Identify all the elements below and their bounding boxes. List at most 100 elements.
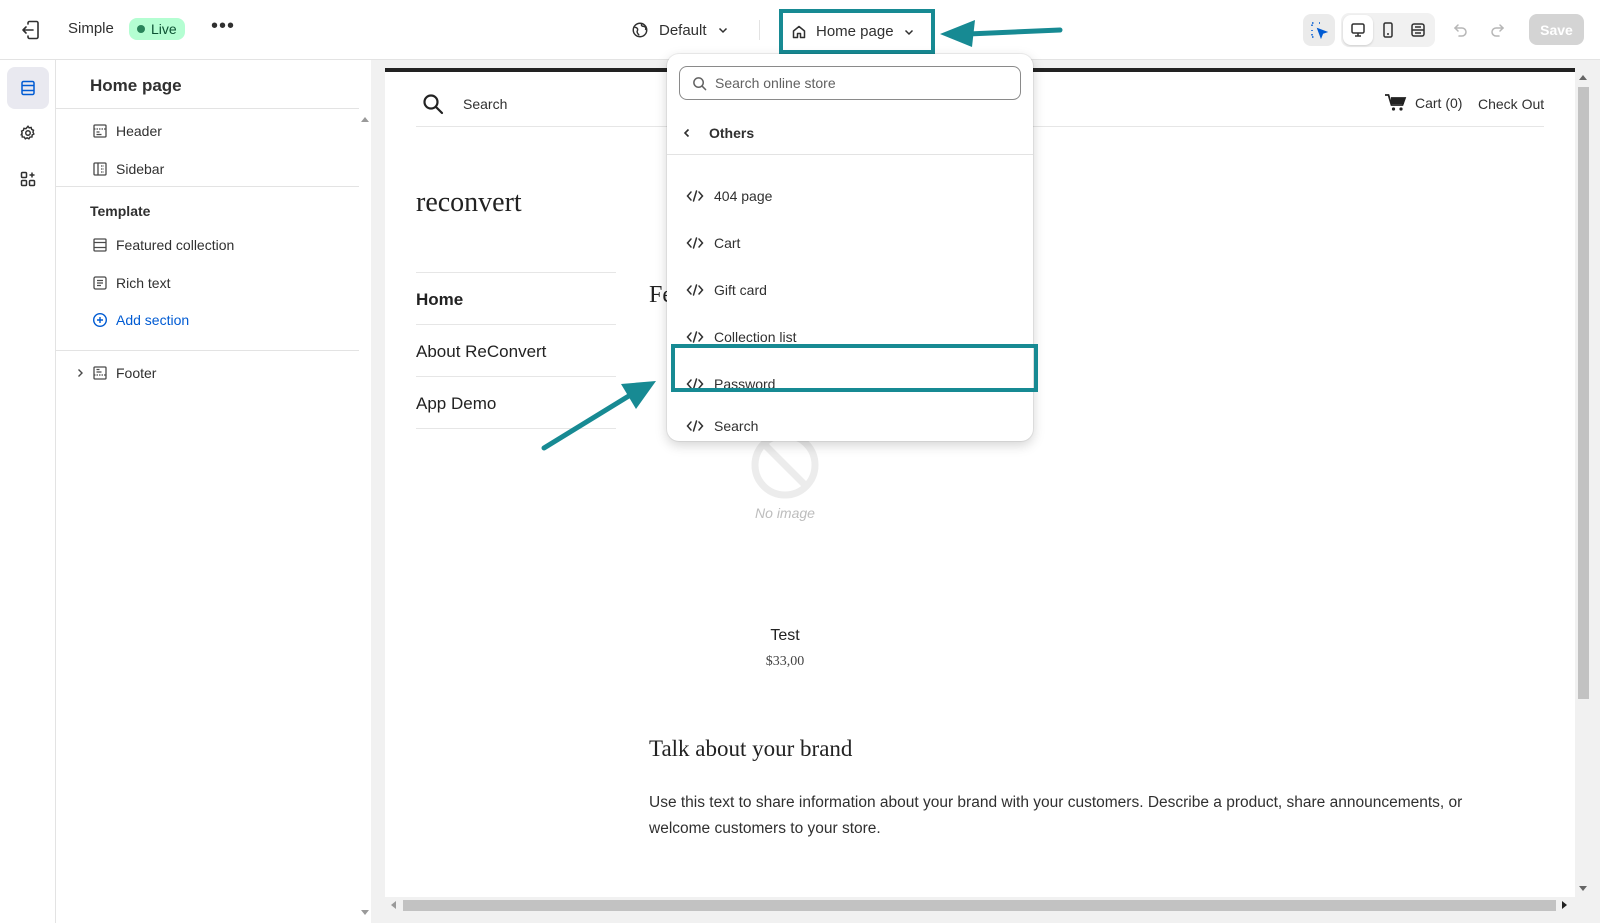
inspector-button[interactable]: [1303, 14, 1335, 46]
section-footer[interactable]: Footer: [92, 362, 156, 384]
cart-icon: [1385, 94, 1407, 111]
search-icon[interactable]: [422, 93, 444, 115]
divider: [56, 350, 359, 351]
nav-link-app-demo[interactable]: App Demo: [416, 394, 496, 414]
theme-settings-nav-button[interactable]: [7, 112, 49, 154]
live-badge: Live: [129, 18, 185, 40]
cursor-select-icon: [1311, 22, 1329, 40]
desktop-view-button[interactable]: [1343, 15, 1373, 45]
preview-vertical-scrollbar[interactable]: [1575, 68, 1591, 896]
page-title: Home page: [90, 76, 182, 95]
page-option-search[interactable]: Search: [667, 411, 1033, 441]
preview-horizontal-scrollbar[interactable]: [385, 897, 1575, 913]
toolbar: [1303, 13, 1513, 47]
left-rail: [0, 60, 56, 923]
section-sidebar-label: Sidebar: [116, 161, 165, 177]
scroll-thumb[interactable]: [1578, 87, 1589, 699]
cart-label: Cart (0): [1415, 95, 1463, 111]
desktop-icon: [1351, 23, 1365, 37]
fullwidth-icon: [1411, 23, 1425, 37]
mobile-view-button[interactable]: [1373, 15, 1403, 45]
page-option-label: 404 page: [714, 188, 773, 204]
store-logo[interactable]: reconvert: [416, 187, 522, 219]
nav-link-home[interactable]: Home: [416, 290, 463, 310]
viewport-switcher: [1341, 13, 1435, 47]
add-section-button[interactable]: Add section: [92, 309, 189, 331]
add-section-label: Add section: [116, 312, 190, 328]
page-option-label: Collection list: [714, 329, 797, 345]
scroll-up-icon[interactable]: [1579, 74, 1587, 80]
section-featured-collection-label: Featured collection: [116, 237, 235, 253]
gear-icon: [20, 125, 35, 140]
product-price: $33,00: [765, 654, 805, 669]
annotation-highlight-box: [671, 344, 1038, 392]
undo-icon: [1453, 24, 1467, 37]
fullwidth-view-button[interactable]: [1403, 15, 1433, 45]
code-icon: [686, 331, 704, 343]
section-header[interactable]: Header: [92, 120, 162, 142]
undo-button[interactable]: [1445, 14, 1477, 46]
sidebar-scrollbar[interactable]: [359, 60, 371, 923]
more-actions-button[interactable]: •••: [210, 16, 236, 42]
sections-icon: [21, 80, 35, 96]
redo-icon: [1491, 24, 1505, 37]
page-option-gift-card[interactable]: Gift card: [667, 270, 1033, 310]
page-selector[interactable]: Home page: [779, 9, 935, 54]
store-search-link[interactable]: Search: [463, 96, 507, 112]
no-image-label: No image: [755, 505, 815, 521]
chevron-left-icon: [683, 128, 690, 138]
sections-sidebar: Home page Header Sidebar Template Featur…: [56, 60, 359, 923]
top-bar: Simple Live ••• Default Home page Save: [0, 0, 1600, 60]
apps-icon: [20, 171, 36, 187]
chevron-right-icon[interactable]: [74, 367, 86, 379]
divider: [416, 376, 616, 377]
sidebar-layout-icon: [93, 162, 107, 176]
page-option-label: Gift card: [714, 282, 767, 298]
store-search-field[interactable]: [679, 66, 1021, 100]
market-selector[interactable]: Default: [631, 17, 729, 43]
section-header-label: Header: [116, 123, 162, 139]
collection-layout-icon: [93, 238, 107, 252]
section-rich-text[interactable]: Rich text: [92, 272, 170, 294]
scroll-right-icon[interactable]: [1562, 901, 1568, 909]
redo-button[interactable]: [1481, 14, 1513, 46]
page-option-cart[interactable]: Cart: [667, 223, 1033, 263]
back-to-others-button[interactable]: Others: [681, 122, 754, 144]
divider: [416, 272, 616, 273]
section-footer-label: Footer: [116, 365, 157, 381]
scroll-thumb[interactable]: [403, 900, 1556, 911]
save-button[interactable]: Save: [1529, 14, 1584, 45]
divider: [416, 324, 616, 325]
text-block-icon: [93, 276, 107, 290]
divider: [56, 108, 359, 109]
home-icon: [792, 25, 806, 38]
live-badge-label: Live: [151, 21, 177, 37]
product-title[interactable]: Test: [730, 627, 840, 645]
scroll-down-icon[interactable]: [1579, 886, 1587, 892]
code-icon: [686, 237, 704, 249]
nav-link-about[interactable]: About ReConvert: [416, 342, 546, 362]
checkout-link[interactable]: Check Out: [1478, 96, 1544, 112]
section-sidebar[interactable]: Sidebar: [92, 158, 164, 180]
header-layout-icon: [93, 124, 107, 138]
scroll-left-icon[interactable]: [390, 901, 396, 909]
code-icon: [686, 190, 704, 202]
divider: [759, 20, 760, 40]
apps-nav-button[interactable]: [7, 158, 49, 200]
section-rich-text-label: Rich text: [116, 275, 171, 291]
exit-icon[interactable]: [19, 18, 43, 42]
back-label: Others: [709, 125, 755, 141]
store-search-input[interactable]: [715, 75, 995, 91]
scroll-down-icon[interactable]: [361, 910, 369, 916]
page-selector-label: Home page: [816, 23, 894, 40]
page-option-404[interactable]: 404 page: [667, 176, 1033, 216]
divider: [56, 186, 359, 187]
plus-circle-icon: [92, 312, 108, 328]
footer-layout-icon: [93, 366, 107, 380]
scroll-up-icon[interactable]: [361, 116, 369, 122]
search-icon: [693, 76, 707, 90]
section-featured-collection[interactable]: Featured collection: [92, 234, 234, 256]
sections-nav-button[interactable]: [7, 67, 49, 109]
cart-link[interactable]: Cart (0): [1385, 94, 1462, 112]
theme-name: Simple: [68, 20, 114, 37]
